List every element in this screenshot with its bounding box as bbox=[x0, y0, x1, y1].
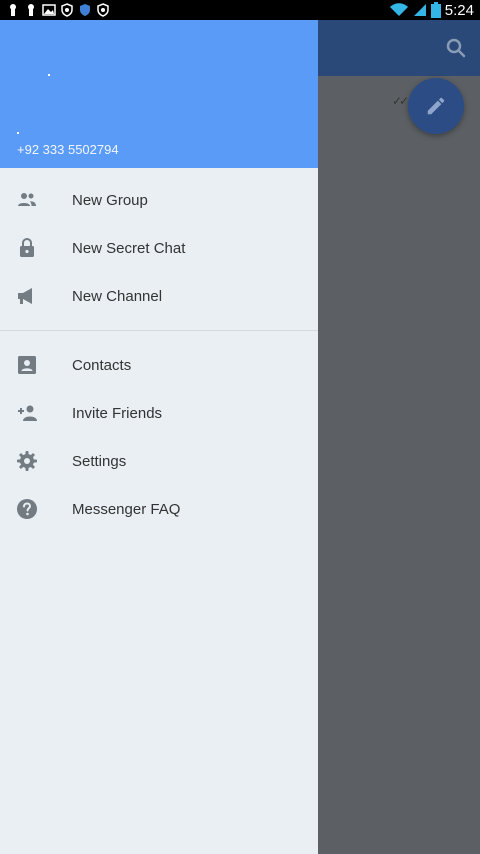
menu-item-settings[interactable]: Settings bbox=[0, 437, 318, 485]
menu-item-new-secret-chat[interactable]: New Secret Chat bbox=[0, 224, 318, 272]
contacts-icon bbox=[14, 352, 40, 378]
menu-item-messenger-faq[interactable]: Messenger FAQ bbox=[0, 485, 318, 533]
megaphone-icon bbox=[14, 283, 40, 309]
battery-icon bbox=[430, 2, 441, 18]
usb-icon bbox=[28, 4, 34, 16]
drawer-header[interactable]: +92 333 5502794 bbox=[0, 20, 318, 168]
menu-item-label: Invite Friends bbox=[72, 404, 163, 422]
gear-icon bbox=[14, 448, 40, 474]
double-check-icon: ✓✓ bbox=[392, 94, 409, 108]
lock-icon bbox=[14, 235, 40, 261]
menu-item-new-channel[interactable]: New Channel bbox=[0, 272, 318, 320]
pencil-icon bbox=[427, 97, 445, 115]
group-icon bbox=[14, 187, 40, 213]
menu-group-create: New Group New Secret Chat New Channel bbox=[0, 168, 318, 320]
shield-icon bbox=[61, 3, 73, 17]
menu-item-invite-friends[interactable]: Invite Friends bbox=[0, 389, 318, 437]
menu-item-label: Settings bbox=[72, 452, 127, 470]
menu-item-new-group[interactable]: New Group bbox=[0, 176, 318, 224]
user-phone: +92 333 5502794 bbox=[17, 142, 119, 157]
signal-icon bbox=[413, 4, 426, 16]
menu-item-label: New Secret Chat bbox=[72, 239, 186, 257]
menu-item-label: New Channel bbox=[72, 287, 163, 305]
header-dot bbox=[17, 132, 19, 134]
add-person-icon bbox=[14, 400, 40, 426]
menu-item-label: New Group bbox=[72, 191, 148, 209]
menu-item-contacts[interactable]: Contacts bbox=[0, 341, 318, 389]
shield-icon bbox=[80, 4, 90, 16]
compose-fab[interactable] bbox=[408, 78, 464, 134]
status-bar: 5:24 bbox=[0, 0, 480, 20]
menu-item-label: Messenger FAQ bbox=[72, 500, 181, 518]
screen: 5:24 ✓✓ +92 333 5502794 New Group New Se… bbox=[0, 0, 480, 854]
clock: 5:24 bbox=[444, 1, 474, 19]
menu-item-label: Contacts bbox=[72, 356, 132, 374]
navigation-drawer: +92 333 5502794 New Group New Secret Cha… bbox=[0, 20, 318, 854]
shield-icon bbox=[97, 3, 109, 17]
image-icon bbox=[42, 4, 56, 16]
search-icon[interactable] bbox=[444, 36, 468, 60]
system-status: 5:24 bbox=[389, 2, 480, 19]
user-name bbox=[48, 74, 50, 76]
help-icon bbox=[14, 496, 40, 522]
menu-group-general: Contacts Invite Friends Settings Messeng… bbox=[0, 331, 318, 533]
notification-icons bbox=[0, 3, 110, 17]
wifi-icon bbox=[389, 3, 408, 16]
usb-icon bbox=[10, 4, 16, 16]
